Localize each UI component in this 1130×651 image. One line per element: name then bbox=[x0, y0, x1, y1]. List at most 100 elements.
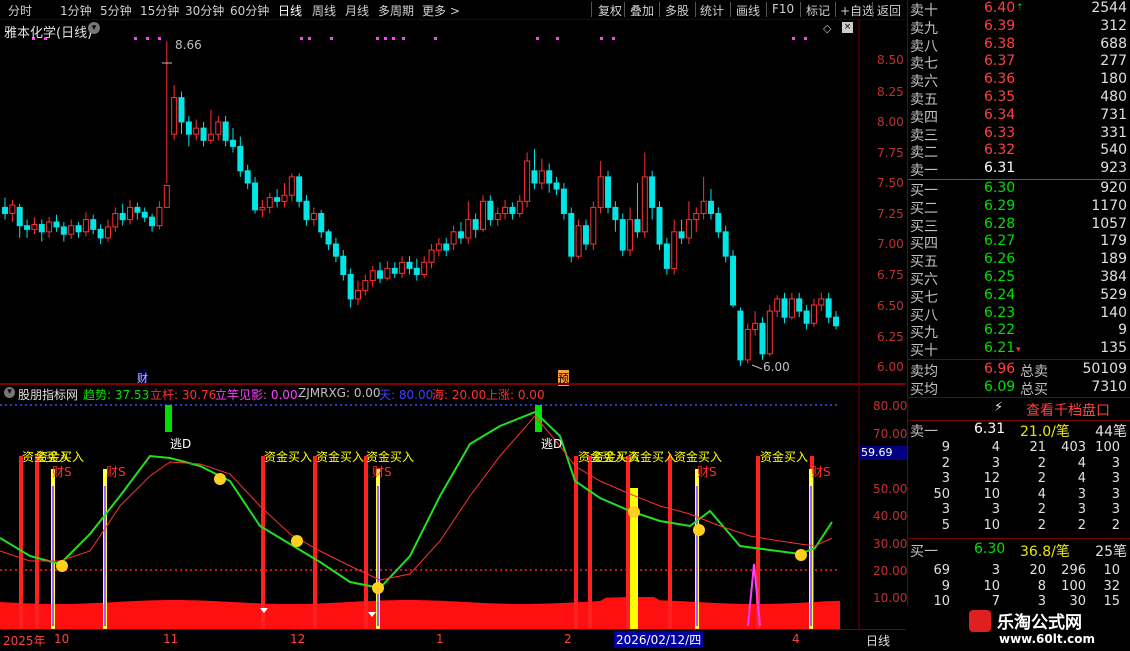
close-icon[interactable]: × bbox=[842, 22, 853, 33]
candle-body bbox=[663, 243, 670, 269]
queue-cell: 9 bbox=[941, 440, 950, 455]
queue-cell: 21 bbox=[1029, 440, 1046, 455]
signal-dots-row bbox=[32, 37, 807, 40]
candlestick-panel[interactable]: 雅本化学(日线) ▾ ◇ × 8.66 6.00 8.50 8.25 8.00 … bbox=[0, 20, 906, 386]
signal-dot bbox=[308, 37, 311, 40]
period-tab-5min[interactable]: 5分钟 bbox=[100, 2, 132, 19]
buy1-per-order: 36.8/笔 bbox=[1020, 544, 1070, 560]
bid-price: 6.27 bbox=[984, 233, 1016, 250]
bid-row[interactable]: 买三 6.28 1057 bbox=[908, 215, 1130, 235]
bid-price: 6.28 bbox=[984, 215, 1016, 232]
ask-price: 6.39 bbox=[984, 17, 1016, 34]
back-button[interactable]: 返回 bbox=[877, 2, 901, 19]
candle-body bbox=[362, 280, 369, 291]
candle-body bbox=[671, 231, 678, 269]
bid-row[interactable]: 买一 6.30 920 bbox=[908, 180, 1130, 199]
candle-body bbox=[112, 213, 119, 228]
bid-volume: 384 bbox=[1100, 269, 1127, 285]
period-toolbar: 分时 1分钟 5分钟 15分钟 30分钟 60分钟 日线 周线 月线 多周期 更… bbox=[0, 0, 906, 20]
draw-line-button[interactable]: 画线 bbox=[736, 2, 760, 19]
period-tab-monthly[interactable]: 月线 bbox=[345, 2, 369, 19]
queue-cell: 5 bbox=[941, 517, 950, 533]
toolbar-divider bbox=[835, 2, 836, 17]
ask-price: 6.40 bbox=[984, 0, 1016, 16]
cai-signal: 财S bbox=[811, 465, 831, 479]
queue-cell: 2 bbox=[941, 455, 950, 471]
sell1-summary-row: 卖一 6.31 21.0/笔 44笔 bbox=[908, 421, 1130, 440]
restore-rights-button[interactable]: 复权 bbox=[598, 2, 622, 19]
candle-body bbox=[810, 304, 817, 324]
signal-dot bbox=[402, 37, 405, 40]
queue-cell: 3 bbox=[1111, 455, 1120, 471]
candle-body bbox=[833, 316, 839, 327]
f10-button[interactable]: F10 bbox=[772, 2, 794, 16]
legend-instant: 立竿见影: 0.00 bbox=[215, 388, 298, 402]
toolbar-divider bbox=[872, 2, 873, 17]
multi-stock-button[interactable]: 多股 bbox=[665, 2, 689, 19]
ask-row[interactable]: 卖三 6.33 331 bbox=[908, 124, 1130, 144]
statistics-button[interactable]: 统计 bbox=[700, 2, 724, 19]
period-tab-weekly[interactable]: 周线 bbox=[312, 2, 336, 19]
chevron-down-icon[interactable]: ▾ bbox=[4, 387, 15, 398]
ask-row[interactable]: 卖七 6.37 277 bbox=[908, 53, 1130, 72]
price-tick: 6.50 bbox=[877, 299, 904, 313]
candle-body bbox=[127, 206, 134, 221]
bid-row[interactable]: 买二 6.29 1170 bbox=[908, 198, 1130, 217]
period-label[interactable]: 日线 bbox=[866, 632, 890, 649]
period-tab-30min[interactable]: 30分钟 bbox=[185, 2, 224, 19]
candle-body bbox=[730, 255, 737, 306]
total-buy-value: 7310 bbox=[1091, 379, 1127, 395]
bid-row[interactable]: 买五 6.26 189 bbox=[908, 251, 1130, 270]
ask-row[interactable]: 卖一 6.31 923 bbox=[908, 160, 1130, 179]
price-tick: 7.75 bbox=[877, 146, 904, 160]
bid-row[interactable]: 买九 6.22 9 bbox=[908, 322, 1130, 341]
add-watchlist-button[interactable]: +自选 bbox=[840, 2, 874, 19]
candle-body bbox=[781, 298, 788, 318]
period-tab-1min[interactable]: 1分钟 bbox=[60, 2, 92, 19]
ask-row[interactable]: 卖六 6.36 180 bbox=[908, 71, 1130, 90]
ask-row[interactable]: 卖四 6.34 731 bbox=[908, 107, 1130, 126]
queue-cell: 2 bbox=[1037, 502, 1046, 517]
bid-row[interactable]: 买六 6.25 384 bbox=[908, 269, 1130, 288]
candle-body bbox=[472, 219, 479, 230]
month-label: 12 bbox=[290, 632, 306, 646]
candle-body bbox=[722, 231, 729, 257]
panel-divider[interactable] bbox=[0, 383, 906, 385]
period-tab-fenshi[interactable]: 分时 bbox=[8, 2, 32, 19]
candle-body bbox=[774, 298, 781, 312]
candle-body bbox=[450, 231, 457, 245]
diamond-icon[interactable]: ◇ bbox=[823, 22, 831, 35]
price-tick: 7.50 bbox=[877, 176, 904, 190]
bid-row[interactable]: 买七 6.24 529 bbox=[908, 287, 1130, 306]
period-tab-15min[interactable]: 15分钟 bbox=[140, 2, 179, 19]
bid-row[interactable]: 买八 6.23 140 bbox=[908, 305, 1130, 324]
ask-row[interactable]: 卖五 6.35 480 bbox=[908, 89, 1130, 108]
bid-row[interactable]: 买四 6.27 179 bbox=[908, 233, 1130, 252]
chevron-down-icon[interactable]: ▾ bbox=[88, 22, 100, 34]
ask-row[interactable]: 卖二 6.32 540 bbox=[908, 142, 1130, 161]
candle-body bbox=[244, 170, 251, 184]
indicator-panel[interactable]: ▾ 股朋指标网 趋势: 37.53 立杆: 30.76 立竿见影: 0.00 Z… bbox=[0, 386, 908, 629]
ask-row[interactable]: 卖九 6.39 312 bbox=[908, 17, 1130, 37]
period-tab-more[interactable]: 更多 > bbox=[422, 2, 460, 19]
period-tab-60min[interactable]: 60分钟 bbox=[230, 2, 269, 19]
period-tab-multi[interactable]: 多周期 bbox=[378, 2, 414, 19]
mark-button[interactable]: 标记 bbox=[806, 2, 830, 19]
ask-price: 6.33 bbox=[984, 124, 1016, 141]
ask-price: 6.37 bbox=[984, 53, 1016, 70]
queue-cell: 296 bbox=[1061, 563, 1086, 578]
period-tab-daily[interactable]: 日线 bbox=[278, 2, 302, 19]
candle-body bbox=[759, 322, 766, 355]
candle-body bbox=[627, 219, 634, 251]
ask-row[interactable]: 卖八 6.38 688 bbox=[908, 36, 1130, 55]
high-price-label: 8.66 bbox=[175, 38, 202, 52]
avg-buy-label: 买均 bbox=[910, 382, 938, 398]
candle-body bbox=[707, 200, 714, 215]
smiley-icon bbox=[372, 582, 384, 594]
queue-cell: 3 bbox=[1111, 486, 1120, 502]
deep-book-button[interactable]: ⚡ 查看千档盘口 bbox=[908, 399, 1130, 419]
bid-price: 6.30 bbox=[984, 180, 1016, 196]
overlay-button[interactable]: 叠加 bbox=[630, 2, 654, 19]
smiley-icon bbox=[214, 473, 226, 485]
candle-body bbox=[281, 194, 288, 202]
